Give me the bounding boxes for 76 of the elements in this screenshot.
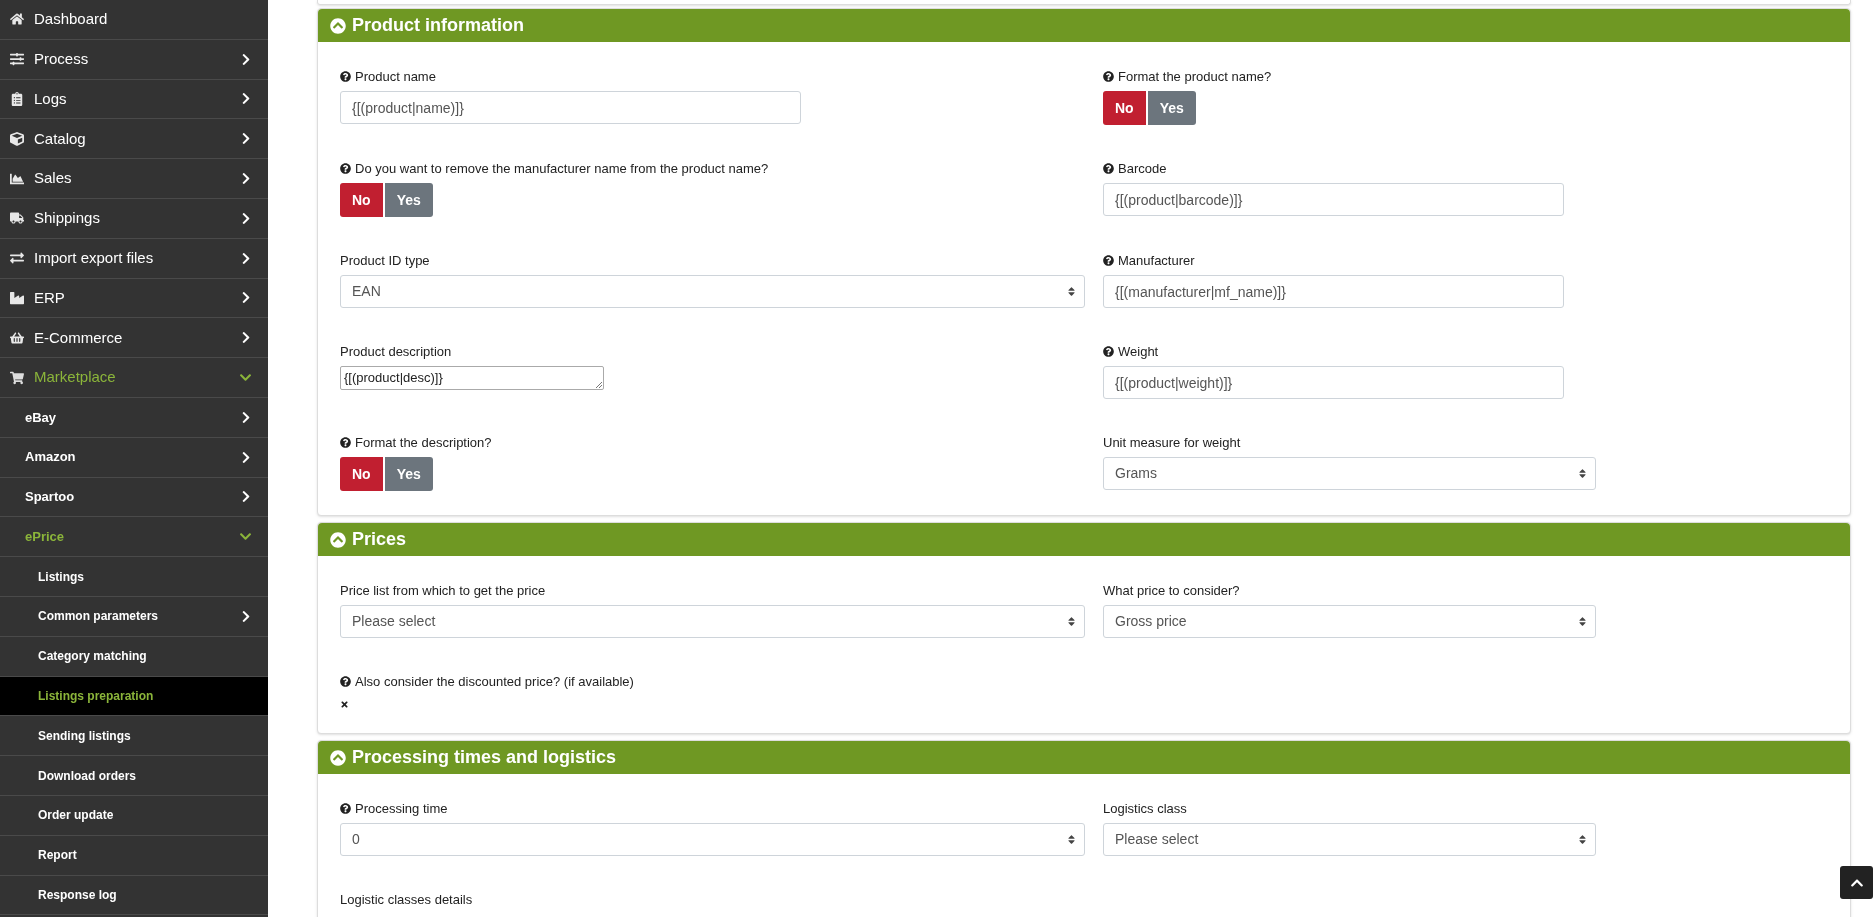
collapse-icon xyxy=(330,749,346,766)
text-field[interactable]: {[(product|barcode)]} xyxy=(1103,183,1564,216)
collapse-icon xyxy=(330,17,346,34)
collapse-icon xyxy=(330,531,346,548)
chevron-right-icon xyxy=(240,450,252,464)
chevron-right-icon xyxy=(240,52,252,66)
chevron-right-icon xyxy=(240,92,252,106)
textarea-field[interactable]: {[(product|desc)]} xyxy=(340,366,604,390)
select-field[interactable]: 0 xyxy=(340,823,1085,856)
help-icon[interactable] xyxy=(340,71,351,82)
field-label: Weight xyxy=(1118,342,1159,361)
basket-icon xyxy=(10,330,24,345)
chevron-right-icon xyxy=(240,132,252,146)
sort-arrows-icon xyxy=(1578,834,1587,845)
field-label: Barcode xyxy=(1118,159,1167,178)
field-label: Format the product name? xyxy=(1118,67,1272,86)
field-label: Format the description? xyxy=(355,433,492,452)
sort-arrows-icon xyxy=(1578,468,1587,479)
chart-icon xyxy=(10,171,24,186)
chevron-right-icon xyxy=(240,172,252,186)
sliders-icon xyxy=(10,52,24,67)
sort-arrows-icon xyxy=(1067,286,1076,297)
cart-icon xyxy=(10,370,24,385)
select-field[interactable]: Please select xyxy=(1103,823,1596,856)
help-icon[interactable] xyxy=(1103,346,1114,357)
field-label: Unit measure for weight xyxy=(1103,433,1241,452)
field-label: Also consider the discounted price? (if available) xyxy=(355,672,634,691)
select-field[interactable]: EAN xyxy=(340,275,1085,308)
help-icon[interactable] xyxy=(340,676,351,687)
field-label: Manufacturer xyxy=(1118,251,1195,270)
select-field[interactable]: Gross price xyxy=(1103,605,1596,638)
list-icon xyxy=(10,92,24,106)
chevron-right-icon xyxy=(240,251,252,265)
text-field[interactable]: {[(manufacturer|mf_name)]} xyxy=(1103,275,1564,308)
sort-arrows-icon xyxy=(1067,834,1076,845)
chevron-right-icon xyxy=(240,331,252,345)
field-label: Logistics class xyxy=(1103,799,1187,818)
factory-icon xyxy=(10,290,24,305)
resize-grip-icon[interactable] xyxy=(595,381,602,388)
toggle-option[interactable]: Yes xyxy=(1147,91,1196,125)
select-field[interactable]: Grams xyxy=(1103,457,1596,490)
scroll-to-top-button[interactable] xyxy=(1840,866,1873,899)
chevron-right-icon xyxy=(240,291,252,305)
field-label: Processing time xyxy=(355,799,448,818)
help-icon[interactable] xyxy=(340,437,351,448)
toggle-option[interactable]: Yes xyxy=(384,183,433,217)
toggle-option[interactable]: No xyxy=(340,183,383,217)
toggle-option[interactable]: No xyxy=(1103,91,1146,125)
field-label: What price to consider? xyxy=(1103,581,1240,600)
sort-arrows-icon xyxy=(1067,616,1076,627)
truck-icon xyxy=(10,211,24,226)
help-icon[interactable] xyxy=(1103,71,1114,82)
arrows-icon xyxy=(10,251,24,266)
select-field[interactable]: Please select xyxy=(340,605,1085,638)
field-label: Do you want to remove the manufacturer name from the product name? xyxy=(355,159,769,178)
chevron-right-icon xyxy=(240,410,252,424)
text-field[interactable]: {[(product|name)]} xyxy=(340,91,801,124)
toggle-option[interactable]: Yes xyxy=(384,457,433,491)
house-icon xyxy=(10,12,24,27)
chevron-right-icon xyxy=(240,211,252,225)
help-icon[interactable] xyxy=(1103,163,1114,174)
field-label: Product ID type xyxy=(340,251,430,270)
chevron-right-icon xyxy=(240,609,252,623)
field-label: Logistic classes details xyxy=(340,890,473,909)
help-icon[interactable] xyxy=(1103,255,1114,266)
field-label: Product description xyxy=(340,342,452,361)
help-icon[interactable] xyxy=(340,163,351,174)
sort-arrows-icon xyxy=(1578,616,1587,627)
sidebar-item[interactable]: Listings preparation xyxy=(0,676,268,717)
cube-icon xyxy=(10,131,24,146)
chevron-right-icon xyxy=(240,490,252,504)
toggle-option[interactable]: No xyxy=(340,457,383,491)
text-field[interactable]: {[(product|weight)]} xyxy=(1103,366,1564,399)
field-label: Product name xyxy=(355,67,436,86)
help-icon[interactable] xyxy=(340,803,351,814)
field-label: Price list from which to get the price xyxy=(340,581,546,600)
